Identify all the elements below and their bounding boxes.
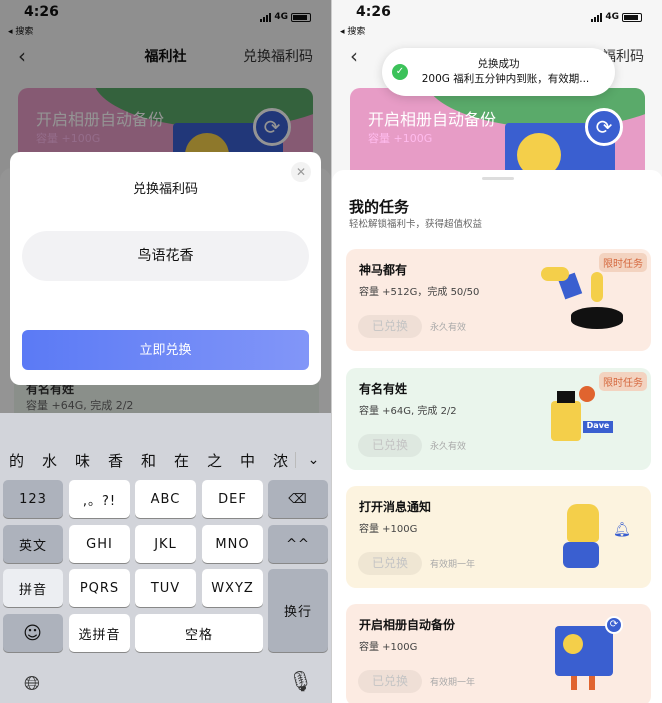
candidate[interactable]: 和: [132, 450, 165, 471]
redeemed-button[interactable]: 已兑换: [358, 670, 422, 693]
candidate[interactable]: 水: [33, 450, 66, 471]
task-illustration: Dave: [541, 386, 631, 461]
globe-icon[interactable]: 🌐︎: [24, 671, 40, 695]
task-card: 神马都有 容量 +512G，完成 50/50 已兑换 永久有效 限时任务: [346, 249, 651, 351]
key-wxyz[interactable]: WXYZ: [202, 569, 263, 607]
key-123[interactable]: 123: [3, 480, 63, 518]
banner-title: 开启相册自动备份: [368, 110, 497, 129]
backspace-icon: ⌫: [288, 491, 308, 507]
network-label: 4G: [605, 12, 619, 22]
keyboard: 的水味香和在之中浓 ⌄ 123 ,。?! ABC DEF ⌫ 英文 GHI JK…: [0, 413, 331, 703]
back-icon[interactable]: ‹: [350, 44, 358, 68]
drag-handle[interactable]: [482, 177, 514, 180]
task-illustration: ⟳: [541, 616, 631, 697]
dialog-title: 兑换福利码: [132, 182, 198, 197]
signal-icon: [591, 12, 603, 22]
success-toast: ✓ 兑换成功 200G 福利五分钟内到账，有效期...: [382, 48, 615, 96]
key-english[interactable]: 英文: [3, 525, 63, 563]
key-ghi[interactable]: GHI: [69, 525, 130, 563]
redeem-dialog: 兑换福利码 ✕ 鸟语花香 立即兑换: [10, 152, 321, 385]
task-card: 开启相册自动备份 容量 +100G 已兑换 有效期一年 ⟳: [346, 604, 651, 703]
validity-label: 有效期一年: [430, 560, 476, 570]
candidate[interactable]: 在: [165, 450, 198, 471]
candidate[interactable]: 浓: [264, 450, 297, 471]
sync-icon: ⟳: [585, 108, 623, 146]
sheet-title: 我的任务: [349, 198, 410, 216]
code-input[interactable]: 鸟语花香: [22, 231, 309, 281]
sheet-subtitle: 轻松解锁福利卡，获得超值权益: [349, 219, 483, 230]
validity-label: 有效期一年: [430, 678, 476, 688]
key-select-pinyin[interactable]: 选拼音: [69, 614, 130, 652]
status-time: 4:26: [356, 4, 391, 20]
emoji-key[interactable]: ☺: [3, 614, 63, 652]
key-return[interactable]: 换行: [268, 569, 328, 652]
validity-label: 永久有效: [430, 442, 467, 452]
battery-icon: [622, 12, 642, 22]
key-jkl[interactable]: JKL: [135, 525, 196, 563]
candidate[interactable]: 香: [99, 450, 132, 471]
candidate[interactable]: 味: [66, 450, 99, 471]
left-phone-screen: 4:26 ◂ 搜索 4G ‹ 福利社 兑换福利码 开启相册自动备份 容量 +100…: [0, 0, 331, 703]
status-icons: 4G: [591, 12, 642, 22]
microphone-icon[interactable]: 🎙︎: [288, 669, 313, 693]
check-icon: ✓: [392, 64, 408, 80]
candidate-bar: 的水味香和在之中浓 ⌄: [0, 441, 331, 479]
candidate[interactable]: 之: [198, 450, 231, 471]
right-phone-screen: 4:26 ◂ 搜索 4G ‹ 兑换福利码 开启相册自动备份容量 +100G⟳ ✓…: [331, 0, 662, 703]
close-icon[interactable]: ✕: [291, 162, 311, 182]
task-card: 有名有姓 容量 +64G, 完成 2/2 已兑换 永久有效 限时任务 Dave: [346, 368, 651, 470]
toast-message: 200G 福利五分钟内到账，有效期...: [421, 73, 590, 85]
emoji-icon: ☺: [23, 622, 43, 644]
toast-title: 兑换成功: [477, 58, 520, 70]
key-pqrs[interactable]: PQRS: [69, 569, 130, 607]
task-illustration: [541, 267, 631, 342]
key-emoticon[interactable]: ^^: [268, 525, 328, 563]
key-mno[interactable]: MNO: [202, 525, 263, 563]
back-to-search[interactable]: ◂ 搜索: [340, 24, 365, 37]
key-abc[interactable]: ABC: [135, 480, 196, 518]
key-space[interactable]: 空格: [135, 614, 263, 652]
task-illustration: 🔔︎: [541, 504, 631, 579]
backspace-key[interactable]: ⌫: [268, 480, 328, 518]
candidate[interactable]: 的: [0, 450, 33, 471]
redeemed-button[interactable]: 已兑换: [358, 552, 422, 575]
key-punct[interactable]: ,。?!: [69, 480, 130, 518]
redeemed-button[interactable]: 已兑换: [358, 434, 422, 457]
task-card: 打开消息通知 容量 +100G 已兑换 有效期一年 🔔︎: [346, 486, 651, 588]
chevron-down-icon[interactable]: ⌄: [295, 452, 331, 468]
key-pinyin[interactable]: 拼音: [3, 569, 63, 607]
banner-subtitle: 容量 +100G: [368, 132, 433, 145]
key-def[interactable]: DEF: [202, 480, 263, 518]
validity-label: 永久有效: [430, 323, 467, 333]
key-tuv[interactable]: TUV: [135, 569, 196, 607]
redeem-now-button[interactable]: 立即兑换: [22, 330, 309, 370]
redeemed-button[interactable]: 已兑换: [358, 315, 422, 338]
candidate[interactable]: 中: [231, 450, 264, 471]
